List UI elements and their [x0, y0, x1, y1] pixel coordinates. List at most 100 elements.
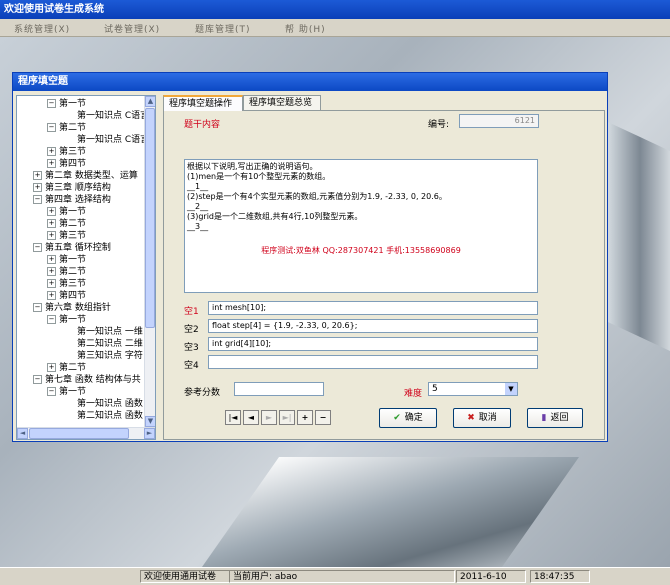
- menu-paper[interactable]: 试卷管理(X): [104, 22, 160, 35]
- collapse-icon[interactable]: −: [47, 315, 56, 324]
- tree-node[interactable]: + 第三节: [47, 146, 86, 158]
- ok-button[interactable]: ✔ 确定: [379, 408, 437, 428]
- expand-icon[interactable]: +: [47, 207, 56, 216]
- tree-node[interactable]: − 第一节: [47, 386, 86, 398]
- tab-overview[interactable]: 程序填空题总览: [243, 95, 321, 110]
- tree-node[interactable]: − 第一节: [47, 314, 86, 326]
- prev-record-icon[interactable]: ◄: [243, 410, 259, 425]
- delete-record-icon[interactable]: −: [315, 410, 331, 425]
- expand-icon[interactable]: +: [47, 255, 56, 264]
- tree-node[interactable]: 第二知识点 二维: [77, 338, 143, 350]
- scroll-left-icon[interactable]: ◄: [17, 428, 28, 439]
- collapse-icon[interactable]: −: [33, 375, 42, 384]
- tree-node[interactable]: − 第二节: [47, 122, 86, 134]
- tree-node[interactable]: + 第二章 数据类型、运算: [33, 170, 138, 182]
- tree-node-label: 第一节: [59, 207, 87, 217]
- scroll-thumb[interactable]: [145, 108, 155, 328]
- expand-icon[interactable]: +: [47, 267, 56, 276]
- expand-icon[interactable]: +: [47, 363, 56, 372]
- tree-node[interactable]: + 第三章 顺序结构: [33, 182, 111, 194]
- tree-node-label: 第二知识点 二维: [77, 339, 143, 349]
- last-record-icon[interactable]: ►|: [279, 410, 295, 425]
- back-button[interactable]: ▮ 返回: [527, 408, 583, 428]
- scroll-down-icon[interactable]: ▼: [145, 416, 155, 427]
- tree-content: − 第一节 第一知识点 C语言 − 第二节 第一知识点 C语言 + 第三节 + 第四节 + 第二章 数…: [17, 96, 145, 427]
- collapse-icon[interactable]: −: [47, 123, 56, 132]
- difficulty-select[interactable]: 5 ▼: [428, 382, 518, 396]
- tree-node-label: 第三知识点 字符: [77, 351, 143, 361]
- status-user: 当前用户: abao: [229, 570, 455, 583]
- expand-icon[interactable]: +: [47, 147, 56, 156]
- tree-node[interactable]: − 第五章 循环控制: [33, 242, 111, 254]
- stem-label: 题干内容: [184, 120, 221, 130]
- scroll-up-icon[interactable]: ▲: [145, 96, 155, 107]
- number-field[interactable]: 6121: [459, 114, 539, 128]
- tree-node[interactable]: − 第六章 数组指针: [33, 302, 111, 314]
- tree-node-label: 第一知识点 C语言: [77, 135, 145, 145]
- expand-icon[interactable]: +: [33, 183, 42, 192]
- collapse-icon[interactable]: −: [47, 387, 56, 396]
- collapse-icon[interactable]: −: [33, 195, 42, 204]
- tree-node[interactable]: 第三知识点 字符: [77, 350, 143, 362]
- chapter-tree[interactable]: − 第一节 第一知识点 C语言 − 第二节 第一知识点 C语言 + 第三节 + 第四节 + 第二章 数…: [16, 95, 156, 440]
- chevron-down-icon[interactable]: ▼: [505, 383, 517, 395]
- tree-node[interactable]: 第一知识点 C语言: [77, 134, 145, 146]
- add-record-icon[interactable]: +: [297, 410, 313, 425]
- tree-node[interactable]: + 第三节: [47, 278, 86, 290]
- tree-node[interactable]: + 第四节: [47, 290, 86, 302]
- next-record-icon[interactable]: ►: [261, 410, 277, 425]
- tree-node[interactable]: + 第二节: [47, 362, 86, 374]
- status-time: 18:47:35: [530, 570, 590, 583]
- scroll-thumb[interactable]: [29, 428, 129, 439]
- tree-node[interactable]: + 第一节: [47, 206, 86, 218]
- tree-node-label: 第二章 数据类型、运算: [45, 171, 138, 181]
- expand-icon[interactable]: +: [47, 219, 56, 228]
- collapse-icon[interactable]: −: [33, 303, 42, 312]
- door-icon: ▮: [541, 413, 547, 423]
- status-date: 2011-6-10: [456, 570, 526, 583]
- tree-node[interactable]: + 第一节: [47, 254, 86, 266]
- menu-question-bank[interactable]: 题库管理(T): [195, 22, 251, 35]
- tree-node[interactable]: + 第三节: [47, 230, 86, 242]
- tree-node[interactable]: − 第四章 选择结构: [33, 194, 111, 206]
- stem-line: __2__: [187, 202, 209, 211]
- score-input[interactable]: [234, 382, 324, 396]
- expand-icon[interactable]: +: [33, 171, 42, 180]
- blank1-input[interactable]: int mesh[10];: [208, 301, 538, 315]
- tree-node[interactable]: 第一知识点 一维: [77, 326, 143, 338]
- tree-node[interactable]: 第二知识点 函数: [77, 410, 143, 422]
- collapse-icon[interactable]: −: [33, 243, 42, 252]
- expand-icon[interactable]: +: [47, 291, 56, 300]
- dialog-title-bar: 程序填空题: [13, 73, 607, 91]
- close-icon: ✖: [467, 413, 475, 423]
- tab-container: 程序填空题操作 程序填空题总览 题干内容 编号: 6121 根据以下说明,写出正…: [163, 95, 605, 440]
- cancel-button[interactable]: ✖ 取消: [453, 408, 511, 428]
- expand-icon[interactable]: +: [47, 159, 56, 168]
- tree-node[interactable]: 第一知识点 函数: [77, 398, 143, 410]
- tree-horizontal-scrollbar[interactable]: ◄ ►: [17, 427, 155, 439]
- tree-vertical-scrollbar[interactable]: ▲ ▼: [144, 96, 155, 427]
- tree-node[interactable]: 第一知识点 C语言: [77, 110, 145, 122]
- expand-icon[interactable]: +: [47, 279, 56, 288]
- blank1-label: 空1: [184, 307, 199, 317]
- blank2-input[interactable]: float step[4] = {1.9, -2.33, 0, 20.6};: [208, 319, 538, 333]
- check-icon: ✔: [393, 413, 401, 423]
- tree-node[interactable]: − 第七章 函数 结构体与共: [33, 374, 141, 386]
- blank3-input[interactable]: int grid[4][10];: [208, 337, 538, 351]
- scroll-right-icon[interactable]: ►: [144, 428, 155, 439]
- first-record-icon[interactable]: |◄: [225, 410, 241, 425]
- stem-textarea[interactable]: 根据以下说明,写出正确的说明语句。 (1)men是一个有10个整型元素的数组。 …: [184, 159, 538, 293]
- tree-node[interactable]: − 第一节: [47, 98, 86, 110]
- menu-system[interactable]: 系统管理(X): [14, 22, 70, 35]
- tree-node[interactable]: + 第二节: [47, 218, 86, 230]
- collapse-icon[interactable]: −: [47, 99, 56, 108]
- expand-icon[interactable]: +: [47, 231, 56, 240]
- blank4-input[interactable]: [208, 355, 538, 369]
- tab-operation[interactable]: 程序填空题操作: [163, 95, 243, 111]
- score-label: 参考分数: [184, 388, 221, 398]
- tree-node[interactable]: + 第四节: [47, 158, 86, 170]
- tree-node-label: 第二节: [59, 267, 87, 277]
- tree-node[interactable]: + 第二节: [47, 266, 86, 278]
- promo-text: 程序测试:双鱼林 QQ:287307421 手机:13558690869: [261, 246, 461, 255]
- menu-help[interactable]: 帮 助(H): [285, 22, 326, 35]
